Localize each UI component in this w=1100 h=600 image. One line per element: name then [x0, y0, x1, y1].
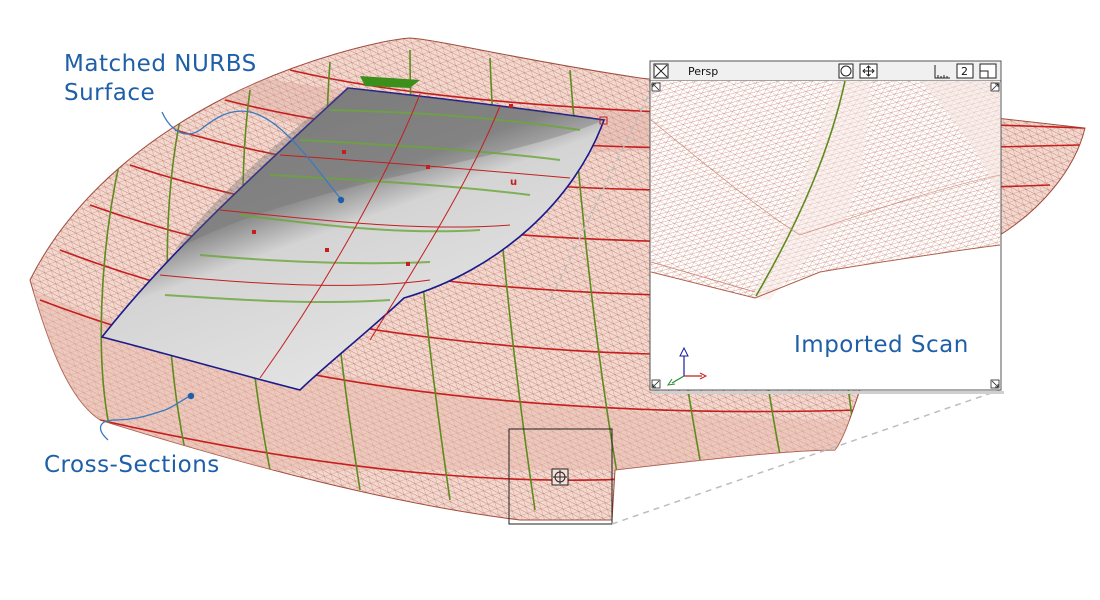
layout-number: 2 [961, 65, 968, 78]
viewport-title: Persp [688, 65, 718, 78]
callout-nurbs-line2: Surface [64, 80, 156, 106]
svg-text:u: u [510, 177, 517, 188]
callout-nurbs-line1: Matched NURBS [64, 51, 257, 77]
window-maximize-icon[interactable] [979, 63, 997, 79]
callout-imported-scan: Imported Scan [794, 332, 969, 358]
camera-move-icon[interactable] [859, 63, 878, 79]
target-icon[interactable] [551, 468, 569, 486]
viewport-close-icon[interactable] [653, 63, 669, 79]
camera-orbit-icon[interactable] [838, 63, 854, 79]
callout-cross-sections: Cross-Sections [44, 452, 220, 478]
callout-matched-nurbs-surface: Matched NURBS Surface [64, 50, 257, 108]
layout-number-button[interactable]: 2 [956, 63, 974, 79]
